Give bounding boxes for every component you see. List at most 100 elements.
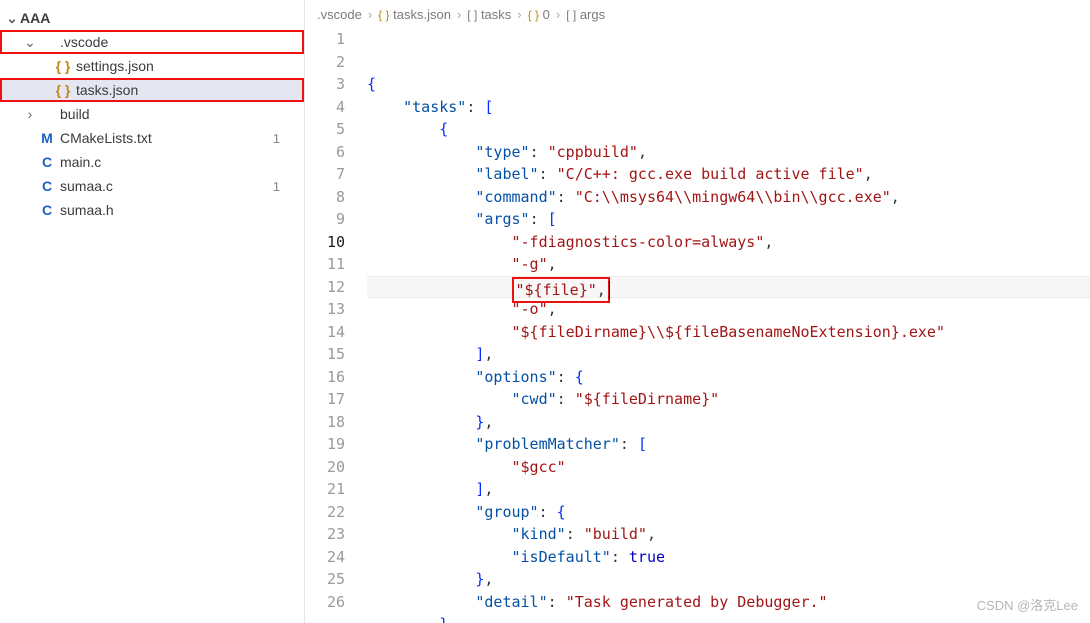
breadcrumb-label: tasks xyxy=(481,7,511,22)
file-item-main-c[interactable]: Cmain.c xyxy=(0,150,304,174)
line-number: 20 xyxy=(305,456,345,479)
breadcrumb-label: 0 xyxy=(543,7,550,22)
tree-root[interactable]: ⌄ AAA xyxy=(0,6,304,30)
folder-icon xyxy=(38,106,56,122)
chevron-down-icon: ⌄ xyxy=(22,34,38,51)
spacer xyxy=(22,202,38,218)
code-line[interactable]: ], xyxy=(367,343,1090,366)
tree-item-label: build xyxy=(60,106,90,122)
file-item-sumaa-c[interactable]: Csumaa.c 1 xyxy=(0,174,304,198)
code-line[interactable]: "isDefault": true xyxy=(367,546,1090,569)
c-file-icon: C xyxy=(38,178,56,194)
folder-icon xyxy=(38,34,56,50)
code-line[interactable]: "cwd": "${fileDirname}" xyxy=(367,388,1090,411)
line-number: 8 xyxy=(305,186,345,209)
chevron-right-icon: › xyxy=(22,106,38,122)
c-file-icon: C xyxy=(38,202,56,218)
line-number: 5 xyxy=(305,118,345,141)
file-item-tasks-json[interactable]: { }tasks.json xyxy=(0,78,304,102)
code-line[interactable]: }, xyxy=(367,568,1090,591)
code-line[interactable]: { xyxy=(367,118,1090,141)
code-line[interactable]: "${file}", xyxy=(367,276,1090,299)
breadcrumb-item[interactable]: { } 0 xyxy=(528,7,550,22)
file-item-settings-json[interactable]: { }settings.json xyxy=(0,54,304,78)
editor-pane: .vscode›{ } tasks.json›[ ] tasks›{ } 0›[… xyxy=(305,0,1090,623)
breadcrumb-label: tasks.json xyxy=(393,7,451,22)
line-number: 6 xyxy=(305,141,345,164)
code-content[interactable]: { "tasks": [ { "type": "cppbuild", "labe… xyxy=(367,28,1090,623)
breadcrumb-separator-icon: › xyxy=(457,7,461,22)
line-number: 2 xyxy=(305,51,345,74)
code-line[interactable]: "kind": "build", xyxy=(367,523,1090,546)
code-line[interactable]: "$gcc" xyxy=(367,456,1090,479)
file-item-sumaa-h[interactable]: Csumaa.h xyxy=(0,198,304,222)
cmake-file-icon: M xyxy=(38,130,56,146)
code-editor[interactable]: 1234567891011121314151617181920212223242… xyxy=(305,28,1090,623)
code-line[interactable]: }, xyxy=(367,411,1090,434)
breadcrumb-label: .vscode xyxy=(317,7,362,22)
line-number: 11 xyxy=(305,253,345,276)
problem-count-badge: 1 xyxy=(273,179,280,194)
file-explorer[interactable]: ⌄ AAA ⌄ .vscode { }settings.json { }task… xyxy=(0,0,305,623)
code-line[interactable]: ], xyxy=(367,478,1090,501)
line-number: 15 xyxy=(305,343,345,366)
spacer xyxy=(38,82,54,98)
line-number: 22 xyxy=(305,501,345,524)
code-line[interactable]: { xyxy=(367,73,1090,96)
folder-item--vscode[interactable]: ⌄ .vscode xyxy=(0,30,304,54)
line-number: 21 xyxy=(305,478,345,501)
breadcrumb-item[interactable]: [ ] tasks xyxy=(467,7,511,22)
breadcrumbs[interactable]: .vscode›{ } tasks.json›[ ] tasks›{ } 0›[… xyxy=(305,0,1090,28)
line-number: 23 xyxy=(305,523,345,546)
folder-item-build[interactable]: › build xyxy=(0,102,304,126)
code-line[interactable]: "-o", xyxy=(367,298,1090,321)
breadcrumb-label: args xyxy=(580,7,605,22)
breadcrumb-item[interactable]: .vscode xyxy=(317,7,362,22)
breadcrumb-item[interactable]: [ ] args xyxy=(566,7,605,22)
breadcrumb-type-icon: [ ] xyxy=(467,8,477,22)
code-line[interactable]: "label": "C/C++: gcc.exe build active fi… xyxy=(367,163,1090,186)
code-line[interactable]: "${fileDirname}\\${fileBasenameNoExtensi… xyxy=(367,321,1090,344)
code-line[interactable]: "command": "C:\\msys64\\mingw64\\bin\\gc… xyxy=(367,186,1090,209)
file-item-CMakeLists-txt[interactable]: MCMakeLists.txt 1 xyxy=(0,126,304,150)
tree-root-label: AAA xyxy=(20,10,50,26)
line-number: 14 xyxy=(305,321,345,344)
breadcrumb-item[interactable]: { } tasks.json xyxy=(378,7,451,22)
line-number: 12 xyxy=(305,276,345,299)
line-number: 25 xyxy=(305,568,345,591)
line-number: 9 xyxy=(305,208,345,231)
c-file-icon: C xyxy=(38,154,56,170)
spacer xyxy=(38,58,54,74)
spacer xyxy=(22,130,38,146)
line-number: 7 xyxy=(305,163,345,186)
line-number: 1 xyxy=(305,28,345,51)
tree-item-label: tasks.json xyxy=(76,82,138,98)
json-file-icon: { } xyxy=(54,58,72,74)
line-number: 3 xyxy=(305,73,345,96)
spacer xyxy=(22,178,38,194)
line-number: 26 xyxy=(305,591,345,614)
breadcrumb-type-icon: [ ] xyxy=(566,8,576,22)
line-number: 10 xyxy=(305,231,345,254)
line-number: 19 xyxy=(305,433,345,456)
code-line[interactable]: "problemMatcher": [ xyxy=(367,433,1090,456)
breadcrumb-separator-icon: › xyxy=(556,7,560,22)
code-line[interactable]: "type": "cppbuild", xyxy=(367,141,1090,164)
breadcrumb-separator-icon: › xyxy=(517,7,521,22)
code-line[interactable]: "-g", xyxy=(367,253,1090,276)
tree-item-label: sumaa.c xyxy=(60,178,113,194)
tree-item-label: CMakeLists.txt xyxy=(60,130,152,146)
problem-count-badge: 1 xyxy=(273,131,280,146)
tree-item-label: sumaa.h xyxy=(60,202,114,218)
code-line[interactable]: "options": { xyxy=(367,366,1090,389)
code-line[interactable]: "-fdiagnostics-color=always", xyxy=(367,231,1090,254)
breadcrumb-type-icon: { } xyxy=(378,8,389,22)
line-number-gutter: 1234567891011121314151617181920212223242… xyxy=(305,28,367,623)
watermark: CSDN @洛克Lee xyxy=(977,595,1078,618)
code-line[interactable]: "tasks": [ xyxy=(367,96,1090,119)
spacer xyxy=(22,154,38,170)
chevron-down-icon: ⌄ xyxy=(4,10,20,27)
line-number: 16 xyxy=(305,366,345,389)
code-line[interactable]: "group": { xyxy=(367,501,1090,524)
code-line[interactable]: "args": [ xyxy=(367,208,1090,231)
